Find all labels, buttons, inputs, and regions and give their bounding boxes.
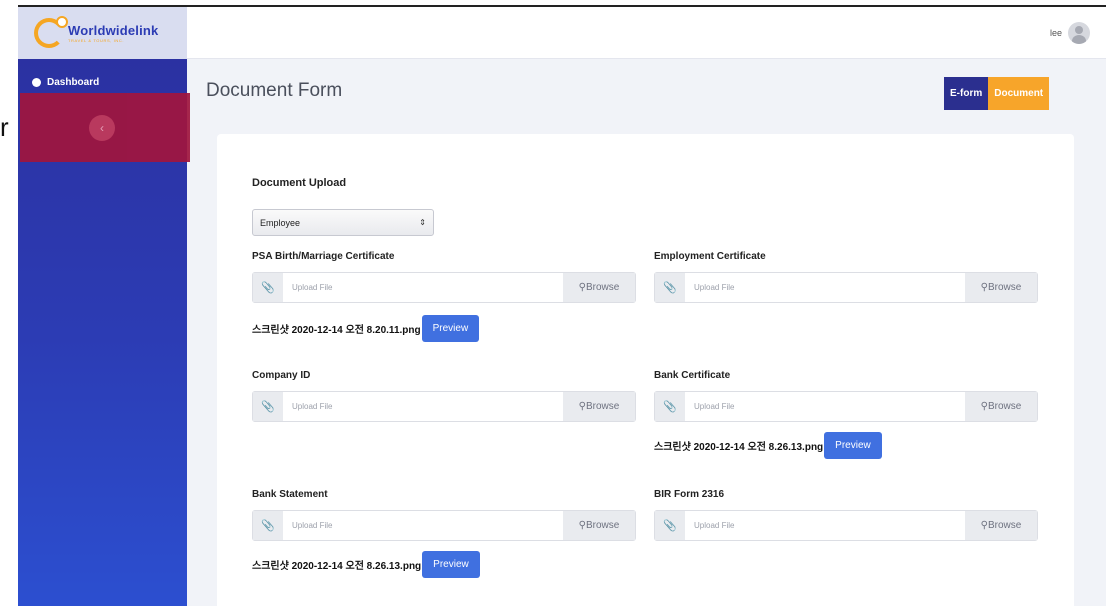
bank-statement-upload: 📎 Upload File ⚲ Browse [252, 510, 636, 541]
employment-label: Employment Certificate [654, 251, 766, 262]
collapse-sidebar-button[interactable]: ‹ [89, 114, 115, 141]
company-id-browse-button[interactable]: ⚲ Browse [563, 392, 635, 421]
employment-upload: 📎 Upload File ⚲ Browse [654, 272, 1038, 303]
bank-certificate-preview-button[interactable]: Preview [824, 432, 882, 459]
company-id-upload: 📎 Upload File ⚲ Browse [252, 391, 636, 422]
paperclip-icon: 📎 [655, 273, 685, 302]
browse-label: Browse [585, 401, 620, 412]
document-tab[interactable]: Document [988, 77, 1050, 110]
paperclip-icon: 📎 [253, 273, 283, 302]
paperclip-icon: 📎 [655, 511, 685, 540]
topbar: lee [187, 7, 1106, 59]
bir-form-file-input[interactable]: Upload File [685, 511, 965, 540]
psa-label: PSA Birth/Marriage Certificate [252, 251, 395, 262]
paperclip-icon: 📎 [253, 392, 283, 421]
psa-browse-button[interactable]: ⚲ Browse [563, 273, 635, 302]
form-type-toggle: E-form Document [944, 77, 1050, 110]
bank-statement-file-input[interactable]: Upload File [283, 511, 563, 540]
bir-form-label: BIR Form 2316 [654, 489, 725, 500]
logo[interactable]: Worldwidelink TRAVEL & TOURS, INC. [18, 7, 187, 59]
search-icon: ⚲ [980, 282, 988, 293]
psa-file-input[interactable]: Upload File [283, 273, 563, 302]
chevron-left-icon: ‹ [100, 120, 104, 135]
bir-form-upload: 📎 Upload File ⚲ Browse [654, 510, 1038, 541]
bir-form-browse-button[interactable]: ⚲ Browse [965, 511, 1037, 540]
browse-label: Browse [987, 282, 1022, 293]
stray-text: r [0, 112, 9, 142]
document-form-card: Document Upload Employee ⇕ PSA Birth/Mar… [217, 134, 1074, 606]
sidebar-item-dashboard[interactable]: Dashboard [18, 59, 187, 88]
search-icon: ⚲ [578, 401, 586, 412]
bank-certificate-file-input[interactable]: Upload File [685, 392, 965, 421]
section-title: Document Upload [252, 177, 347, 189]
bank-certificate-file-row: 스크린샷 2020-12-14 오전 8.26.13.png Preview [654, 432, 882, 459]
bank-certificate-label: Bank Certificate [654, 370, 731, 381]
sidebar-collapse-area: ‹ [20, 93, 190, 162]
bank-statement-browse-button[interactable]: ⚲ Browse [563, 511, 635, 540]
psa-file-row: 스크린샷 2020-12-14 오전 8.20.11.png Preview [252, 315, 480, 342]
employment-browse-button[interactable]: ⚲ Browse [965, 273, 1037, 302]
paperclip-icon: 📎 [253, 511, 283, 540]
avatar[interactable] [1068, 21, 1090, 44]
paperclip-icon: 📎 [655, 392, 685, 421]
app-window: Worldwidelink TRAVEL & TOURS, INC. Dashb… [18, 5, 1106, 606]
logo-mark-icon [34, 16, 68, 48]
bank-statement-file-row: 스크린샷 2020-12-14 오전 8.26.13.png Preview [252, 551, 480, 578]
psa-upload: 📎 Upload File ⚲ Browse [252, 272, 636, 303]
logo-sub: TRAVEL & TOURS, INC. [68, 37, 125, 43]
browse-label: Browse [585, 282, 620, 293]
bank-statement-label: Bank Statement [252, 489, 328, 500]
browse-label: Browse [987, 520, 1022, 531]
company-id-label: Company ID [252, 370, 311, 381]
browse-label: Browse [987, 401, 1022, 412]
logo-name: Worldwidelink [68, 22, 159, 38]
search-icon: ⚲ [980, 401, 988, 412]
company-id-file-input[interactable]: Upload File [283, 392, 563, 421]
bank-certificate-browse-button[interactable]: ⚲ Browse [965, 392, 1037, 421]
select-arrows-icon: ⇕ [419, 218, 426, 227]
search-icon: ⚲ [578, 282, 586, 293]
search-icon: ⚲ [578, 520, 586, 531]
bank-certificate-upload: 📎 Upload File ⚲ Browse [654, 391, 1038, 422]
user-name[interactable]: lee [1050, 28, 1062, 38]
psa-preview-button[interactable]: Preview [421, 315, 480, 342]
eform-tab[interactable]: E-form [944, 77, 989, 110]
sidebar-item-label: Dashboard [47, 77, 100, 88]
psa-file-name: 스크린샷 2020-12-14 오전 8.20.11.png [252, 325, 421, 336]
select-value: Employee [260, 217, 301, 228]
search-icon: ⚲ [980, 520, 988, 531]
logo-text: Worldwidelink TRAVEL & TOURS, INC. [68, 24, 158, 43]
browse-label: Browse [585, 520, 620, 531]
employee-type-select[interactable]: Employee ⇕ [252, 209, 434, 236]
dashboard-icon [32, 78, 41, 87]
employment-file-input[interactable]: Upload File [685, 273, 965, 302]
bank-statement-file-name: 스크린샷 2020-12-14 오전 8.26.13.png [252, 561, 422, 572]
page-title: Document Form [206, 80, 343, 101]
bank-statement-preview-button[interactable]: Preview [422, 551, 480, 578]
bank-certificate-file-name: 스크린샷 2020-12-14 오전 8.26.13.png [654, 442, 824, 453]
